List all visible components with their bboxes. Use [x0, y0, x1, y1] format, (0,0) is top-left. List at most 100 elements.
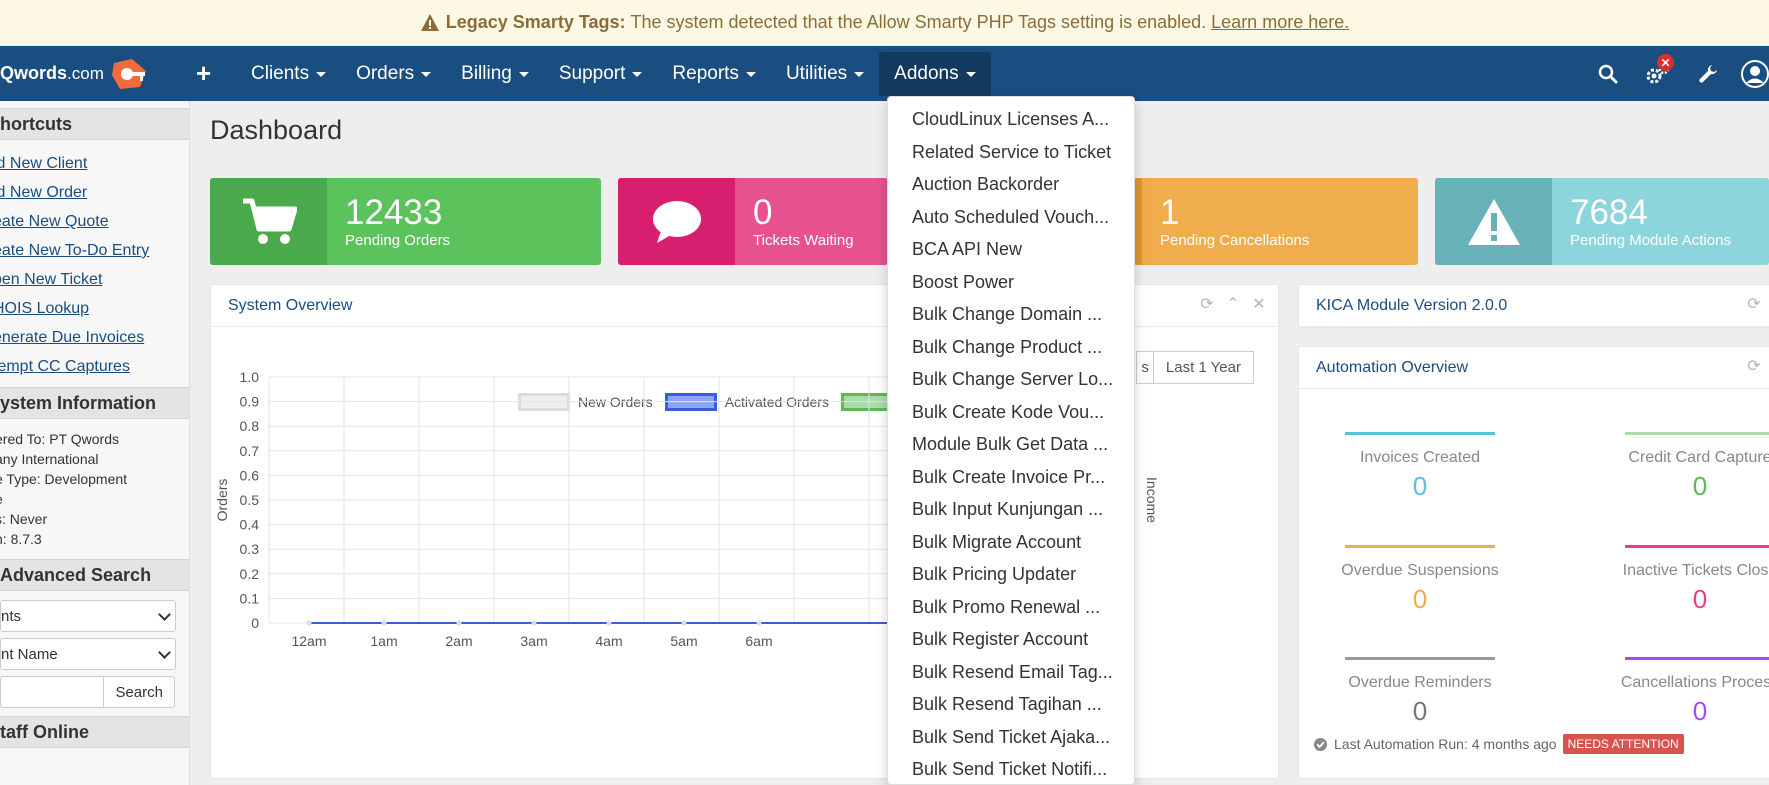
sysinfo-line: s: Never: [0, 511, 48, 527]
refresh-icon[interactable]: ⟳: [1198, 295, 1216, 313]
addons-menu-item[interactable]: Module Bulk Get Data ...: [888, 428, 1134, 461]
staff-online-heading: taff Online: [0, 716, 189, 748]
refresh-icon[interactable]: ⟳: [1745, 357, 1763, 375]
addons-menu-item[interactable]: Boost Power: [888, 266, 1134, 299]
addons-menu-item[interactable]: BCA API New: [888, 233, 1134, 266]
data-point: [456, 620, 462, 626]
range-button-last-year[interactable]: Last 1 Year: [1152, 351, 1254, 384]
legend-activated-orders[interactable]: Activated Orders: [664, 393, 829, 411]
y2-axis-label: Income: [1144, 477, 1160, 523]
nav-utilities[interactable]: Utilities: [771, 46, 879, 101]
nav-billing[interactable]: Billing: [446, 46, 544, 101]
y-tick-label: 0.5: [240, 492, 260, 508]
data-point: [306, 620, 312, 626]
nav-support[interactable]: Support: [544, 46, 658, 101]
data-point: [381, 620, 387, 626]
search-input[interactable]: [0, 676, 104, 708]
metric-label: Cancellations Process: [1620, 674, 1769, 691]
addons-menu-item[interactable]: Auto Scheduled Vouch...: [888, 201, 1134, 234]
shortcut-attempt-cc-captures[interactable]: tempt CC Captures: [0, 352, 189, 381]
sysinfo-line: e Type: Development: [0, 471, 128, 487]
shortcut-add-new-order[interactable]: ld New Order: [0, 178, 189, 207]
nav-addons[interactable]: Addons: [879, 51, 991, 96]
user-avatar-icon[interactable]: [1733, 46, 1769, 101]
automation-title: Automation Overview: [1299, 347, 1769, 389]
addons-menu-item[interactable]: Bulk Change Domain ...: [888, 298, 1134, 331]
addons-menu-item[interactable]: Bulk Resend Tagihan ...: [888, 688, 1134, 721]
data-point: [306, 620, 312, 626]
shortcut-create-todo[interactable]: eate New To-Do Entry: [0, 236, 189, 265]
addons-menu-item[interactable]: Bulk Send Ticket Ajaka...: [888, 721, 1134, 754]
addons-menu-item[interactable]: Bulk Migrate Account: [888, 526, 1134, 559]
metric-bar: [1345, 432, 1495, 435]
x-tick-label: 3am: [520, 633, 547, 649]
shortcuts-heading: hortcuts: [0, 108, 189, 140]
automation-cancellations-processed: Cancellations Process 0: [1610, 657, 1769, 727]
metric-bar: [1345, 545, 1495, 548]
range-button-partial[interactable]: s: [1136, 351, 1153, 384]
brand-logo[interactable]: Qwords .com: [0, 46, 150, 101]
data-point: [531, 620, 537, 626]
nav-clients[interactable]: Clients: [236, 46, 341, 101]
warning-triangle-icon: [1435, 178, 1552, 265]
addons-menu-item[interactable]: Bulk Change Server Lo...: [888, 363, 1134, 396]
search-type-select[interactable]: nts: [0, 600, 176, 632]
search-icon[interactable]: [1583, 46, 1633, 101]
addons-menu-item[interactable]: Bulk Input Kunjungan ...: [888, 493, 1134, 526]
search-button[interactable]: Search: [103, 676, 175, 708]
data-point: [606, 620, 612, 626]
add-new-button[interactable]: +: [196, 46, 211, 101]
legend-new-orders[interactable]: New Orders: [518, 393, 653, 411]
chevron-down-icon: [158, 645, 171, 659]
notice-learn-more-link[interactable]: Learn more here.: [1211, 12, 1349, 33]
search-field-select[interactable]: nt Name: [0, 638, 176, 670]
y-tick-label: 0.1: [240, 590, 260, 606]
chevron-down-icon: [158, 607, 171, 621]
nav-orders[interactable]: Orders: [341, 46, 446, 101]
sysinfo-line: e: [0, 489, 189, 509]
panel-tools: ⟳ ⌃ ✕: [1198, 295, 1268, 313]
system-information-heading: ystem Information: [0, 387, 189, 419]
shortcut-create-new-quote[interactable]: eate New Quote: [0, 207, 189, 236]
refresh-icon[interactable]: ⟳: [1745, 295, 1763, 313]
metric-value: 0: [1412, 471, 1428, 501]
addons-menu-item[interactable]: Bulk Change Product ...: [888, 331, 1134, 364]
stat-pending-cancellations[interactable]: 1 Pending Cancellations: [1134, 178, 1418, 265]
addons-menu-item[interactable]: Bulk Create Invoice Pr...: [888, 461, 1134, 494]
stat-pending-orders[interactable]: 12433 Pending Orders: [210, 178, 601, 265]
addons-menu-item[interactable]: Related Service to Ticket: [888, 136, 1134, 169]
addons-menu-item[interactable]: Bulk Pricing Updater: [888, 558, 1134, 591]
nav-reports[interactable]: Reports: [657, 46, 771, 101]
collapse-icon[interactable]: ⌃: [1224, 295, 1242, 313]
caret-down-icon: [421, 72, 432, 77]
y-tick-label: 0.3: [240, 541, 260, 557]
addons-menu-item[interactable]: Bulk Resend Email Tag...: [888, 656, 1134, 689]
wrench-icon[interactable]: [1683, 46, 1733, 101]
system-health-icon[interactable]: ✕: [1633, 46, 1683, 101]
shortcut-add-new-client[interactable]: ld New Client: [0, 149, 189, 178]
addons-menu-item[interactable]: Bulk Send Ticket Notifi...: [888, 753, 1134, 784]
addons-menu-item[interactable]: Bulk Create Kode Vou...: [888, 396, 1134, 429]
addons-menu-item[interactable]: Auction Backorder: [888, 168, 1134, 201]
addons-menu-item[interactable]: Bulk Register Account: [888, 623, 1134, 656]
needs-attention-badge[interactable]: NEEDS ATTENTION: [1562, 734, 1684, 754]
brand-name: Qwords: [0, 63, 68, 83]
addons-dropdown: CloudLinux Licenses A... Related Service …: [887, 96, 1135, 785]
x-tick-label: 5am: [670, 633, 697, 649]
stat-pending-module-actions[interactable]: 7684 Pending Module Actions: [1435, 178, 1769, 265]
data-point: [681, 620, 687, 626]
metric-label: Inactive Tickets Close: [1622, 562, 1769, 579]
shortcut-whois-lookup[interactable]: HOIS Lookup: [0, 294, 189, 323]
addons-menu-item[interactable]: CloudLinux Licenses A...: [888, 103, 1134, 136]
shortcut-generate-due-invoices[interactable]: enerate Due Invoices: [0, 323, 189, 352]
nav-orders-label: Orders: [356, 62, 415, 84]
notice-text: The system detected that the Allow Smart…: [630, 12, 1207, 32]
shortcut-open-new-ticket[interactable]: pen New Ticket: [0, 265, 189, 294]
stat-value: 7684: [1570, 193, 1648, 232]
data-point: [681, 620, 687, 626]
close-icon[interactable]: ✕: [1250, 295, 1268, 313]
stat-tickets-waiting[interactable]: 0 Tickets Waiting: [618, 178, 888, 265]
automation-overdue-reminders: Overdue Reminders 0: [1330, 657, 1510, 727]
addons-menu-item[interactable]: Bulk Promo Renewal ...: [888, 591, 1134, 624]
caret-down-icon: [518, 72, 529, 77]
